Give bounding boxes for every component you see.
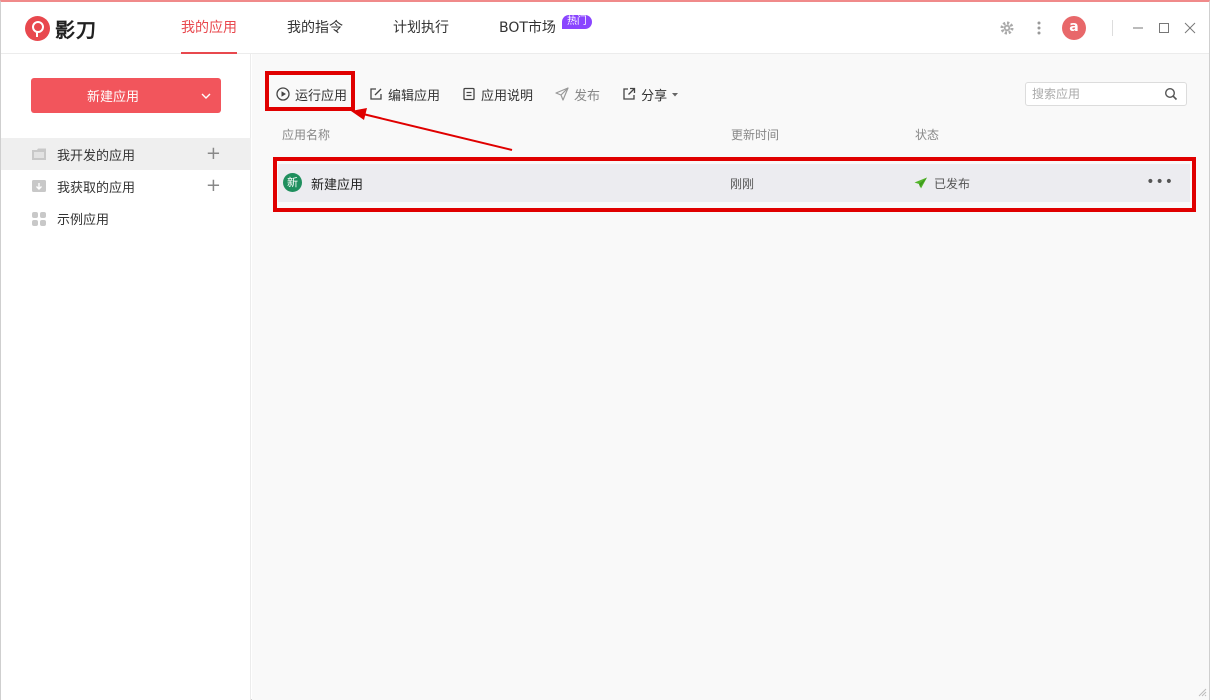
folder-icon bbox=[31, 147, 47, 161]
search-box bbox=[1025, 82, 1187, 106]
resize-grip-icon[interactable] bbox=[1197, 687, 1207, 697]
edit-icon bbox=[370, 88, 382, 100]
search-icon[interactable] bbox=[1164, 87, 1178, 105]
table-header: 应用名称 更新时间 状态 bbox=[282, 126, 1182, 146]
add-icon[interactable]: + bbox=[206, 145, 221, 163]
document-icon bbox=[463, 87, 475, 101]
divider bbox=[1112, 20, 1113, 36]
column-header-status: 状态 bbox=[915, 128, 940, 142]
play-circle-icon bbox=[276, 87, 290, 101]
avatar[interactable]: a bbox=[1062, 16, 1086, 40]
app-description-button[interactable]: 应用说明 bbox=[462, 85, 533, 104]
edit-app-button[interactable]: 编辑应用 bbox=[369, 85, 440, 104]
sidebar-list: 我开发的应用 + 我获取的应用 + 示例应用 bbox=[1, 138, 251, 234]
published-send-icon bbox=[914, 177, 927, 189]
app-name-cell: 新建应用 bbox=[311, 177, 364, 193]
more-horizontal-icon[interactable]: ••• bbox=[1146, 174, 1174, 190]
send-icon bbox=[555, 87, 569, 101]
window-controls: a bbox=[996, 2, 1209, 54]
run-app-button[interactable]: 运行应用 bbox=[276, 85, 347, 104]
more-vertical-icon[interactable] bbox=[1028, 17, 1050, 39]
search-input[interactable] bbox=[1026, 83, 1156, 105]
sidebar: 新建应用 我开发的应用 + 我获取的应用 + 示例应用 bbox=[1, 54, 251, 700]
top-bar: 影刀 我的应用 我的指令 计划执行 BOT市场 热门 a bbox=[1, 2, 1209, 54]
sidebar-item-my-developed[interactable]: 我开发的应用 + bbox=[1, 138, 251, 170]
tab-scheduled-tasks[interactable]: 计划执行 bbox=[393, 2, 449, 54]
new-app-label: 新建应用 bbox=[86, 90, 139, 105]
app-name: 影刀 bbox=[55, 18, 97, 42]
publish-button[interactable]: 发布 bbox=[555, 85, 600, 104]
status-label: 已发布 bbox=[934, 176, 971, 191]
close-icon[interactable] bbox=[1179, 17, 1201, 39]
share-icon bbox=[623, 87, 636, 100]
logo-icon bbox=[25, 16, 50, 41]
gear-icon[interactable] bbox=[996, 17, 1018, 39]
add-icon[interactable]: + bbox=[206, 177, 221, 195]
main-nav: 我的应用 我的指令 计划执行 BOT市场 热门 bbox=[181, 2, 606, 54]
hot-badge: 热门 bbox=[561, 15, 592, 29]
column-header-name: 应用名称 bbox=[282, 128, 331, 142]
main-content: 运行应用 编辑应用 应用说明 发布 分享 应用名称 更新时间 状态 新 bbox=[252, 54, 1209, 700]
download-box-icon bbox=[31, 179, 47, 193]
toolbar: 运行应用 编辑应用 应用说明 发布 分享 bbox=[276, 82, 701, 106]
new-app-button[interactable]: 新建应用 bbox=[31, 78, 221, 113]
sidebar-item-examples[interactable]: 示例应用 bbox=[1, 202, 251, 234]
sidebar-item-label: 我获取的应用 bbox=[57, 180, 136, 196]
tab-bot-market[interactable]: BOT市场 热门 bbox=[499, 2, 592, 54]
share-button[interactable]: 分享 bbox=[622, 85, 679, 104]
sidebar-item-label: 示例应用 bbox=[57, 212, 110, 228]
grid-icon bbox=[31, 211, 47, 226]
sidebar-item-label: 我开发的应用 bbox=[57, 148, 136, 164]
caret-down-icon bbox=[672, 92, 679, 96]
app-badge: 新 bbox=[283, 173, 302, 192]
maximize-icon[interactable] bbox=[1153, 17, 1175, 39]
chevron-down-icon[interactable] bbox=[191, 89, 221, 102]
table-row[interactable]: 新 新建应用 刚刚 已发布 ••• bbox=[278, 164, 1190, 202]
status-cell: 已发布 bbox=[914, 175, 970, 192]
column-header-time: 更新时间 bbox=[731, 128, 780, 142]
minimize-icon[interactable] bbox=[1127, 17, 1149, 39]
update-time-cell: 刚刚 bbox=[730, 176, 755, 191]
tab-my-apps[interactable]: 我的应用 bbox=[181, 2, 237, 54]
app-logo: 影刀 bbox=[25, 14, 97, 43]
sidebar-item-my-acquired[interactable]: 我获取的应用 + bbox=[1, 170, 251, 202]
tab-my-commands[interactable]: 我的指令 bbox=[287, 2, 343, 54]
